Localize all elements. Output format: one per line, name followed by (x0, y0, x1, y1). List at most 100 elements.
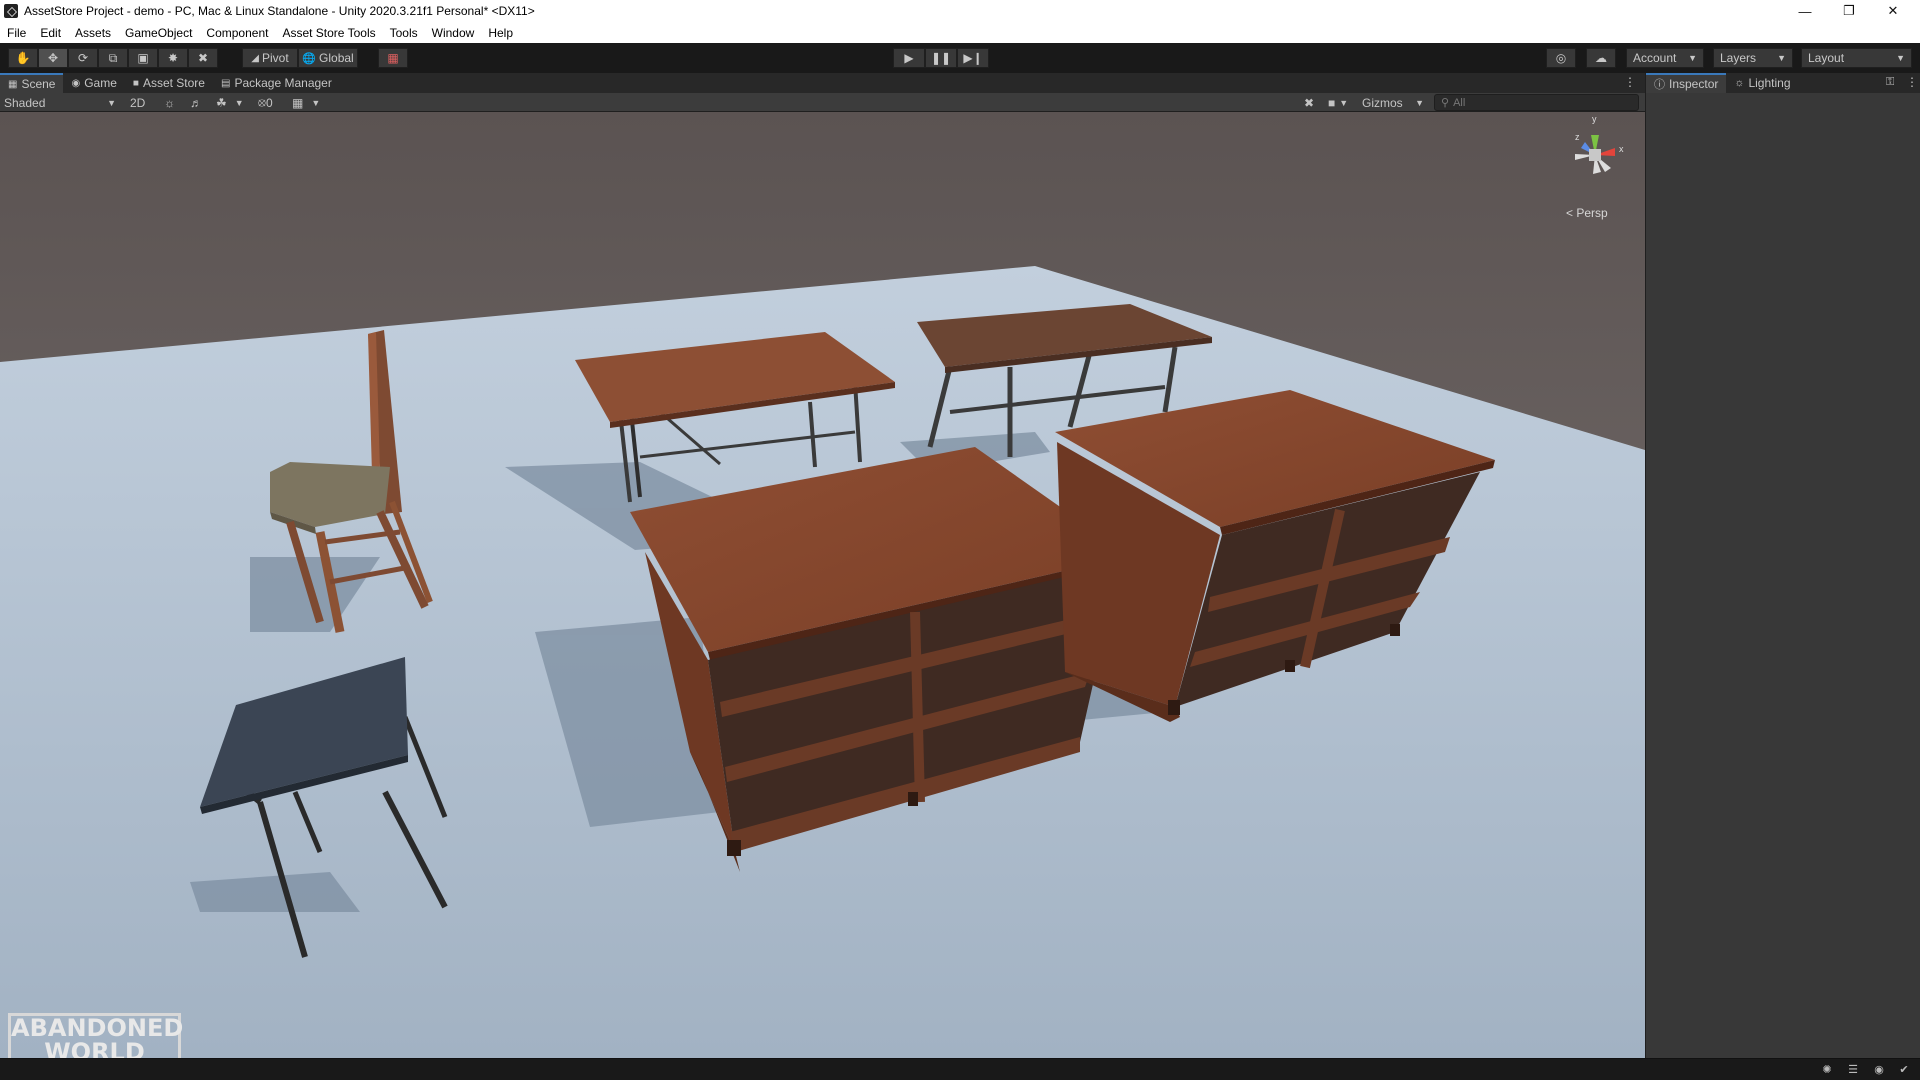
account-label: Account (1633, 51, 1677, 65)
account-dropdown[interactable]: Account ▼ (1626, 48, 1704, 68)
gamepad-icon: ◉ (71, 77, 81, 89)
layers-label: Layers (1720, 51, 1757, 65)
projection-label[interactable]: < Persp (1566, 206, 1608, 220)
pivot-label: Pivot (262, 51, 289, 65)
main-toolbar: ✋ ✥ ⟳ ⧉ ▣ ✸ ✖ ◢ Pivot 🌐 Global ▦ ▶ ❚❚ ▶❙… (0, 43, 1920, 73)
search-icon: ⚲ (1441, 97, 1450, 109)
chevron-down-icon: ▼ (1339, 97, 1349, 108)
hand-tool-button[interactable]: ✋ (8, 48, 38, 68)
watermark-line1: ABANDONED (11, 1014, 184, 1042)
menu-bar: File Edit Assets GameObject Component As… (0, 22, 1920, 43)
tab-game-label: Game (84, 76, 117, 90)
grid-icon: ▦ (292, 95, 304, 110)
scene-search-input[interactable]: ⚲ All (1434, 94, 1639, 111)
hidden-count: 0 (265, 95, 273, 110)
custom-tool-button[interactable]: ✖ (188, 48, 218, 68)
check-circle-icon[interactable]: ✔ (1897, 1063, 1911, 1077)
status-bar: ✺ ☰ ◉ ✔ (0, 1058, 1920, 1080)
grid-toggle[interactable]: ▦ ▼ (288, 94, 324, 111)
grid-snap-button[interactable]: ▦ (378, 48, 408, 68)
hand-icon: ✋ (15, 51, 31, 65)
move-tool-button[interactable]: ✥ (38, 48, 68, 68)
shading-mode-dropdown[interactable]: Shaded ▼ (0, 94, 120, 111)
scene-toolbar: Shaded ▼ 2D ☼ ♬ ☘ ▼ ⦻ 0 ▦ ▼ ✖ ■ ▼ Gizmos ▼ … (0, 93, 1645, 112)
global-toggle[interactable]: 🌐 Global (298, 48, 358, 68)
progress-icon[interactable]: ☰ (1846, 1063, 1860, 1077)
cloud-icon: ☁ (1595, 51, 1607, 65)
pause-button[interactable]: ❚❚ (925, 48, 957, 68)
tab-menu-icon[interactable]: ⋮ (1624, 75, 1636, 89)
pivot-icon: ◢ (251, 52, 259, 64)
panel-menu-icon[interactable]: ⋮ (1906, 75, 1918, 89)
tab-scene[interactable]: ▦ Scene (0, 73, 64, 93)
tab-asset-store-label: Asset Store (142, 76, 205, 90)
search-placeholder: All (1453, 96, 1466, 109)
transform-tool-button[interactable]: ✸ (158, 48, 188, 68)
tab-lighting-label: Lighting (1748, 76, 1791, 90)
restore-icon[interactable]: ❐ (1827, 0, 1871, 22)
chevron-down-icon: ▼ (1688, 53, 1697, 63)
collab-button[interactable]: ◎ (1546, 48, 1576, 68)
mode-2d-toggle[interactable]: 2D (126, 94, 149, 111)
gizmos-dropdown[interactable]: Gizmos ▼ (1358, 94, 1428, 111)
menu-gameobject[interactable]: GameObject (118, 26, 199, 40)
tab-lighting[interactable]: ☼ Lighting (1726, 73, 1798, 93)
lock-icon[interactable]: ⚿ (1886, 76, 1894, 89)
title-bar: AssetStore Project - demo - PC, Mac & Li… (0, 0, 1920, 22)
network-icon[interactable]: ◉ (1872, 1063, 1886, 1077)
transform-icon: ✸ (167, 51, 179, 65)
lighting-toggle[interactable]: ☼ (160, 94, 179, 111)
editor-tabs: ▦ Scene ◉ Game ■ Asset Store ▤ Package M… (0, 73, 1645, 93)
scene-orientation-gizmo[interactable]: y x z (1555, 114, 1635, 190)
minimize-icon[interactable]: — (1783, 0, 1827, 22)
audio-toggle[interactable]: ♬ (186, 94, 206, 111)
scale-tool-button[interactable]: ⧉ (98, 48, 128, 68)
scene-viewport[interactable]: y x z < Persp ABANDONED WORLD (0, 112, 1645, 1058)
scene-grid-icon: ▦ (8, 78, 18, 90)
tab-inspector[interactable]: ⓘ Inspector (1646, 73, 1727, 93)
menu-tools[interactable]: Tools (383, 26, 425, 40)
bug-icon[interactable]: ✺ (1820, 1063, 1834, 1077)
axis-label-z: z (1575, 132, 1580, 142)
tools-toggle[interactable]: ✖ (1300, 94, 1318, 111)
menu-window[interactable]: Window (425, 26, 482, 40)
tab-game[interactable]: ◉ Game (63, 73, 124, 93)
tab-package-manager[interactable]: ▤ Package Manager (213, 73, 340, 93)
grid-snap-icon: ▦ (387, 51, 399, 65)
menu-file[interactable]: File (0, 26, 33, 40)
axis-label-y: y (1592, 114, 1597, 124)
scene-render (0, 112, 1645, 1058)
chevron-down-icon: ▼ (311, 97, 321, 108)
layout-dropdown[interactable]: Layout ▼ (1801, 48, 1912, 68)
cloud-button[interactable]: ☁ (1586, 48, 1616, 68)
layout-label: Layout (1808, 51, 1845, 65)
menu-help[interactable]: Help (481, 26, 520, 40)
step-button[interactable]: ▶❙ (957, 48, 989, 68)
camera-dropdown[interactable]: ■ ▼ (1324, 94, 1352, 111)
pause-icon: ❚❚ (930, 51, 952, 65)
effects-icon: ☘ (216, 95, 227, 110)
play-button[interactable]: ▶ (893, 48, 925, 68)
effects-toggle[interactable]: ☘ ▼ (212, 94, 248, 111)
menu-component[interactable]: Component (199, 26, 275, 40)
rotate-tool-button[interactable]: ⟳ (68, 48, 98, 68)
pivot-toggle[interactable]: ◢ Pivot (242, 48, 298, 68)
unity-logo-icon (4, 4, 18, 18)
tab-inspector-label: Inspector (1669, 77, 1719, 91)
menu-assets[interactable]: Assets (68, 26, 118, 40)
rect-tool-button[interactable]: ▣ (128, 48, 158, 68)
tab-asset-store[interactable]: ■ Asset Store (125, 73, 213, 93)
close-icon[interactable]: ✕ (1871, 0, 1915, 22)
chevron-down-icon: ▼ (1777, 53, 1786, 63)
rotate-icon: ⟳ (77, 51, 89, 65)
globe-icon: 🌐 (302, 52, 317, 65)
shading-mode-label: Shaded (4, 95, 46, 110)
window-title: AssetStore Project - demo - PC, Mac & Li… (24, 4, 535, 18)
crossed-tools-icon: ✖ (1304, 95, 1315, 110)
menu-edit[interactable]: Edit (33, 26, 68, 40)
layers-dropdown[interactable]: Layers ▼ (1713, 48, 1793, 68)
watermark-line2: WORLD (44, 1038, 145, 1058)
menu-asset-store-tools[interactable]: Asset Store Tools (275, 26, 382, 40)
tab-scene-label: Scene (21, 77, 56, 91)
hidden-objects-toggle[interactable]: ⦻ 0 (254, 94, 277, 111)
